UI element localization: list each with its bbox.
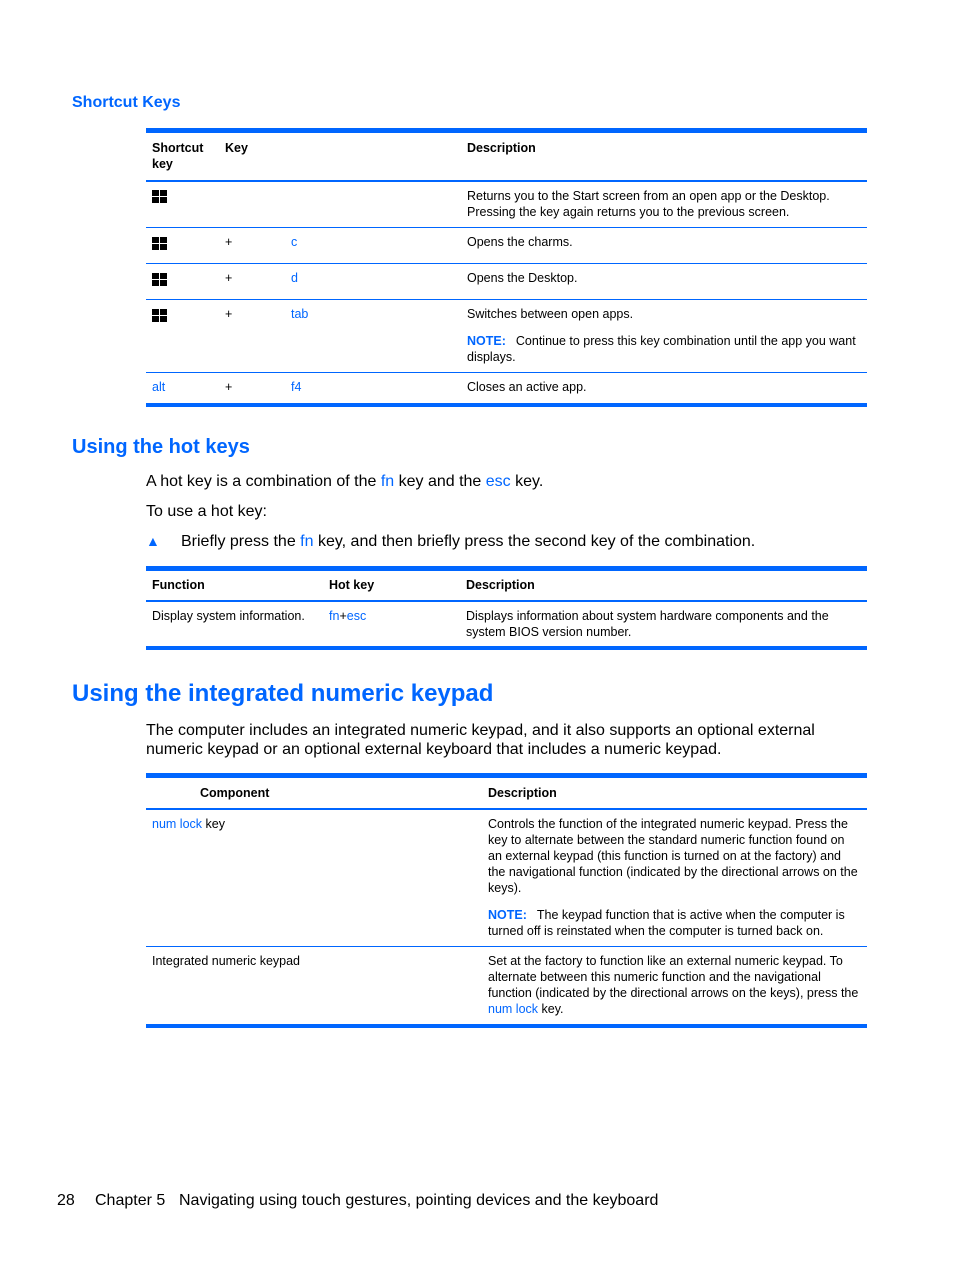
table-row: num lock key Controls the function of th… xyxy=(146,809,867,947)
note-text: The keypad function that is active when … xyxy=(488,908,845,938)
row-description: Opens the charms. xyxy=(467,235,573,249)
num-lock-key-ref: num lock xyxy=(488,1002,539,1016)
windows-key-icon xyxy=(152,309,167,322)
key-f4: f4 xyxy=(291,380,302,394)
note-text: Continue to press this key combination u… xyxy=(467,334,856,364)
triangle-bullet-icon: ▲ xyxy=(146,533,160,549)
plus-sign: + xyxy=(225,235,233,249)
chapter-title: Navigating using touch gestures, pointin… xyxy=(179,1192,659,1209)
note-label: NOTE: xyxy=(467,334,506,348)
to-use-text: To use a hot key: xyxy=(146,503,267,520)
plus-sign: + xyxy=(225,271,233,285)
page-number: 28 xyxy=(57,1192,75,1209)
hot-keys-heading: Using the hot keys xyxy=(72,436,250,458)
key-c: c xyxy=(291,235,298,249)
row-description: Displays information about system hardwa… xyxy=(466,609,829,639)
windows-key-icon xyxy=(152,237,167,250)
table-row: + tab Switches between open apps. NOTE: C… xyxy=(146,300,867,373)
column-header-key: Key xyxy=(225,141,248,155)
note: NOTE: The keypad function that is active … xyxy=(488,907,861,939)
component-cell: num lock key xyxy=(152,817,225,831)
num-lock-key-ref: num lock xyxy=(152,817,203,831)
table-row: + d Opens the Desktop. xyxy=(146,264,867,300)
column-header-component: Component xyxy=(200,786,270,800)
table-row: Display system information. fn+esc Displ… xyxy=(146,601,867,648)
column-header-description: Description xyxy=(466,578,535,592)
table-row: Returns you to the Start screen from an … xyxy=(146,181,867,228)
table-row: alt + f4 Closes an active app. xyxy=(146,373,867,405)
column-header-description: Description xyxy=(488,786,557,800)
hot-keys-table: Function Hot key Description Display sys… xyxy=(146,566,867,650)
key-d: d xyxy=(291,271,298,285)
numeric-keypad-intro: The computer includes an integrated nume… xyxy=(146,722,815,758)
numeric-keypad-heading: Using the integrated numeric keypad xyxy=(72,680,494,707)
page-footer: 28 Chapter 5 Navigating using touch gestur… xyxy=(57,1192,658,1210)
key-alt: alt xyxy=(152,380,166,394)
hotkey-cell: fn+esc xyxy=(329,609,367,623)
row-description: Closes an active app. xyxy=(467,380,587,394)
table-row: Integrated numeric keypad Set at the fac… xyxy=(146,947,867,1026)
table-header-row: Shortcut key Key Description xyxy=(146,130,867,181)
row-description: Switches between open apps. xyxy=(467,307,634,321)
esc-key-ref: esc xyxy=(485,473,511,490)
windows-key-icon xyxy=(152,190,167,203)
column-header-hot-key: Hot key xyxy=(329,578,375,592)
row-description: Set at the factory to function like an e… xyxy=(488,954,859,1016)
key-tab: tab xyxy=(291,307,309,321)
shortcut-keys-table: Shortcut key Key Description Returns you… xyxy=(146,128,867,407)
table-header-row: Function Hot key Description xyxy=(146,568,867,601)
note-label: NOTE: xyxy=(488,908,527,922)
component-cell: Integrated numeric keypad xyxy=(152,954,301,968)
bullet-item: ▲ Briefly press the fn key, and then brie… xyxy=(146,533,756,550)
chapter-label: Chapter 5 xyxy=(95,1192,166,1209)
column-header-description: Description xyxy=(467,141,536,155)
hot-keys-intro: A hot key is a combination of the fn key… xyxy=(146,473,544,490)
note: NOTE: Continue to press this key combinat… xyxy=(467,333,861,365)
row-description: Opens the Desktop. xyxy=(467,271,578,285)
function-cell: Display system information. xyxy=(152,609,305,623)
numeric-keypad-table: Component Description num lock key Contr… xyxy=(146,773,867,1028)
column-header-function: Function xyxy=(152,578,205,592)
row-description: Controls the function of the integrated … xyxy=(488,817,858,895)
shortcut-keys-heading: Shortcut Keys xyxy=(72,94,181,111)
fn-key-ref: fn xyxy=(300,533,314,550)
table-header-row: Component Description xyxy=(146,775,867,809)
row-description: Returns you to the Start screen from an … xyxy=(467,189,830,219)
fn-key-ref: fn xyxy=(380,473,395,490)
windows-key-icon xyxy=(152,273,167,286)
table-row: + c Opens the charms. xyxy=(146,228,867,264)
plus-sign: + xyxy=(225,307,233,321)
plus-sign: + xyxy=(225,380,233,394)
